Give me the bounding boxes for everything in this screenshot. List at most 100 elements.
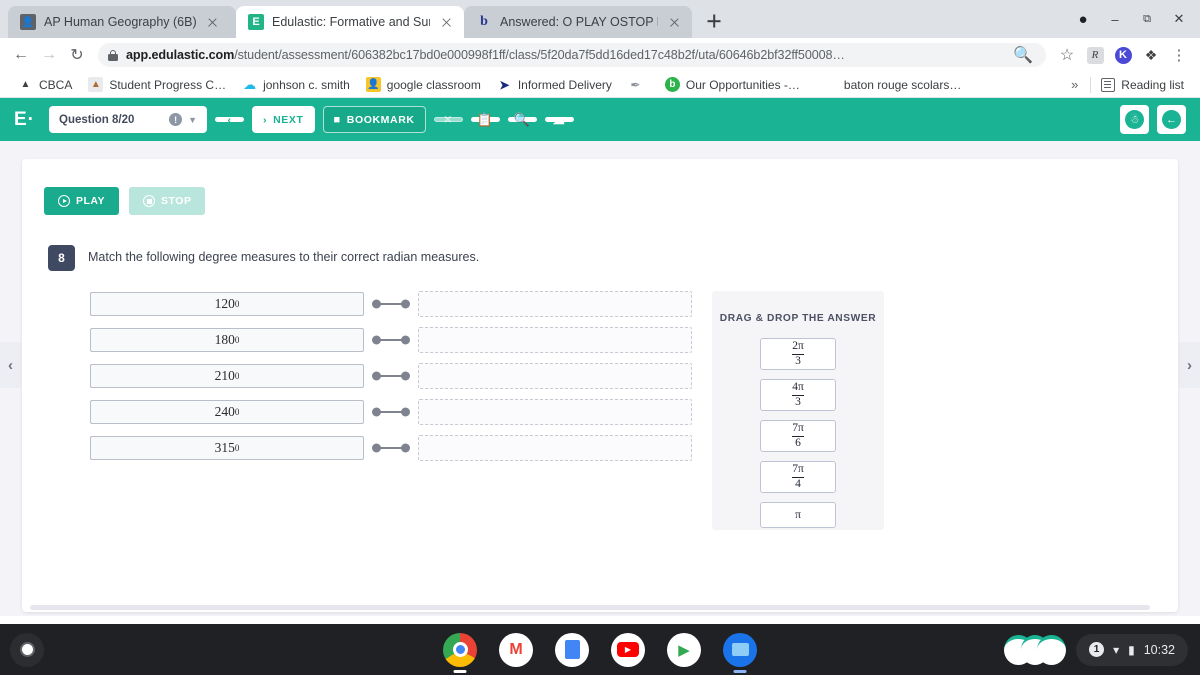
- stem-superscript: 0: [234, 299, 240, 309]
- play-store-app-icon[interactable]: ▶: [667, 632, 701, 667]
- grammar-extension-icon[interactable]: R: [1082, 42, 1108, 68]
- clock-label: 10:32: [1143, 642, 1175, 657]
- tab-close-icon[interactable]: [438, 14, 454, 30]
- match-stem: 240 0: [90, 400, 364, 424]
- back-icon[interactable]: ←: [8, 42, 34, 68]
- kami-extension-icon[interactable]: K: [1110, 42, 1136, 68]
- bookmark-button[interactable]: ■ BOOKMARK: [322, 106, 426, 133]
- bookmark-item[interactable]: ✒: [620, 74, 657, 96]
- status-pill[interactable]: 1 ▾ ▮ 10:32: [1076, 633, 1188, 666]
- pi-value: π: [795, 509, 801, 521]
- bookmark-item[interactable]: 👤 google classroom: [358, 74, 489, 96]
- exit-icon: ←: [1162, 110, 1181, 129]
- drag-option-5[interactable]: π: [760, 502, 836, 528]
- question-number-badge: 8: [48, 245, 75, 271]
- chrome-app-icon[interactable]: [443, 632, 477, 667]
- bookmark-star-icon[interactable]: ☆: [1054, 42, 1080, 68]
- launcher-icon[interactable]: [10, 632, 44, 667]
- cloud-save-button[interactable]: ☁: [544, 113, 574, 127]
- browser-tab-2[interactable]: E Edulastic: Formative and Summa: [236, 6, 464, 38]
- reading-list-icon: [1101, 77, 1116, 92]
- calculator-icon: 📋: [476, 111, 494, 127]
- accessibility-button[interactable]: ☃: [1120, 105, 1149, 134]
- exit-test-button[interactable]: ←: [1157, 105, 1186, 134]
- window-previews[interactable]: [1004, 633, 1067, 667]
- classroom-icon: 👤: [365, 77, 381, 92]
- zoom-out-icon[interactable]: 🔍: [1010, 42, 1036, 68]
- forward-icon[interactable]: →: [36, 42, 62, 68]
- reading-list-button[interactable]: Reading list: [1095, 77, 1190, 92]
- horizontal-scrollbar[interactable]: [30, 605, 1150, 610]
- denominator: 3: [792, 353, 804, 368]
- prev-question-button[interactable]: ‹: [215, 114, 244, 126]
- stem-value: 120: [214, 296, 235, 311]
- bookmark-item[interactable]: ▲ CBCA: [10, 74, 80, 96]
- contacts-icon: 👤: [20, 14, 36, 30]
- drag-option-3[interactable]: 7π 6: [760, 420, 836, 452]
- bookmark-item[interactable]: ➤ Informed Delivery: [489, 74, 620, 96]
- next-question-button[interactable]: › NEXT: [252, 106, 315, 133]
- new-tab-button[interactable]: [700, 7, 728, 35]
- drag-drop-panel: DRAG & DROP THE ANSWER 2π 3 4π 3 7π 6 7π…: [712, 291, 884, 530]
- stop-button[interactable]: STOP: [129, 187, 206, 215]
- bookmarks-overflow-icon[interactable]: »: [1063, 77, 1086, 92]
- extensions-puzzle-icon[interactable]: ❖: [1138, 42, 1164, 68]
- chevron-down-icon[interactable]: ▼: [188, 115, 197, 125]
- bookmark-label: Our Opportunities -…: [685, 77, 800, 92]
- student-progress-icon: ▲: [88, 77, 104, 92]
- browser-tab-1[interactable]: 👤 AP Human Geography (6B): [8, 6, 236, 38]
- bookmark-item[interactable]: ☁ jonhson c. smith: [234, 74, 358, 96]
- profile-avatar-icon[interactable]: ●: [1068, 6, 1098, 32]
- address-bar[interactable]: app.edulastic.com/student/assessment/606…: [98, 43, 1046, 67]
- drop-zone-5[interactable]: [418, 435, 692, 461]
- drop-zone-2[interactable]: [418, 327, 692, 353]
- shelf-app-list: M ▶ ▶: [443, 632, 757, 667]
- notification-count-badge: 1: [1089, 642, 1105, 657]
- bookmark-item[interactable]: baton rouge scolars…: [836, 74, 969, 96]
- bookmark-item[interactable]: ▲ Student Progress C…: [80, 74, 234, 96]
- match-row: 315 0: [90, 435, 692, 461]
- fraction: 7π 6: [789, 421, 807, 451]
- browser-tab-3[interactable]: b Answered: O PLAY OSTOP Find t: [464, 6, 692, 38]
- connector: [364, 400, 418, 424]
- chrome-menu-icon[interactable]: ⋮: [1166, 42, 1192, 68]
- bookmark-item[interactable]: b Our Opportunities -…: [657, 74, 808, 96]
- stem-value: 180: [214, 332, 235, 347]
- clear-answer-button[interactable]: ✕: [433, 114, 463, 126]
- tab-close-icon[interactable]: [205, 14, 221, 30]
- drag-option-1[interactable]: 2π 3: [760, 338, 836, 370]
- close-window-button[interactable]: ✕: [1164, 6, 1194, 32]
- stem-superscript: 0: [234, 407, 240, 417]
- info-icon[interactable]: !: [169, 113, 183, 126]
- fraction: 7π 4: [789, 462, 807, 492]
- battery-icon: ▮: [1128, 642, 1135, 657]
- youtube-app-icon[interactable]: ▶: [611, 632, 645, 667]
- files-app-icon[interactable]: [723, 632, 757, 667]
- calculator-button[interactable]: 📋: [470, 112, 500, 127]
- url-text: app.edulastic.com/student/assessment/606…: [126, 48, 845, 62]
- accessibility-icon: ☃: [1125, 110, 1144, 129]
- edulastic-logo[interactable]: E·: [14, 109, 35, 131]
- page-next-arrow[interactable]: ›: [1179, 342, 1200, 388]
- feather-icon: ✒: [630, 77, 641, 92]
- magnify-button[interactable]: 🔍: [507, 112, 537, 127]
- gmail-app-icon[interactable]: M: [499, 632, 533, 667]
- match-stem: 120 0: [90, 292, 364, 316]
- play-button[interactable]: PLAY: [44, 187, 120, 215]
- cloud-blue-icon: ☁: [243, 76, 257, 92]
- drop-zone-4[interactable]: [418, 399, 692, 425]
- reload-icon[interactable]: ↻: [64, 42, 90, 68]
- toolbar-right-actions: ☃ ←: [1120, 105, 1186, 134]
- tts-controls: PLAY STOP: [44, 187, 206, 215]
- maximize-button[interactable]: ⧉: [1132, 6, 1162, 32]
- drop-zone-3[interactable]: [418, 363, 692, 389]
- drop-zone-1[interactable]: [418, 291, 692, 317]
- drag-option-4[interactable]: 7π 4: [760, 461, 836, 493]
- tab-close-icon[interactable]: [666, 14, 682, 30]
- connector: [364, 364, 418, 388]
- minimize-button[interactable]: –: [1100, 6, 1130, 32]
- docs-app-icon[interactable]: [555, 632, 589, 667]
- question-selector[interactable]: Question 8/20 ! ▼: [49, 106, 207, 133]
- page-prev-arrow[interactable]: ‹: [0, 342, 21, 388]
- drag-option-2[interactable]: 4π 3: [760, 379, 836, 411]
